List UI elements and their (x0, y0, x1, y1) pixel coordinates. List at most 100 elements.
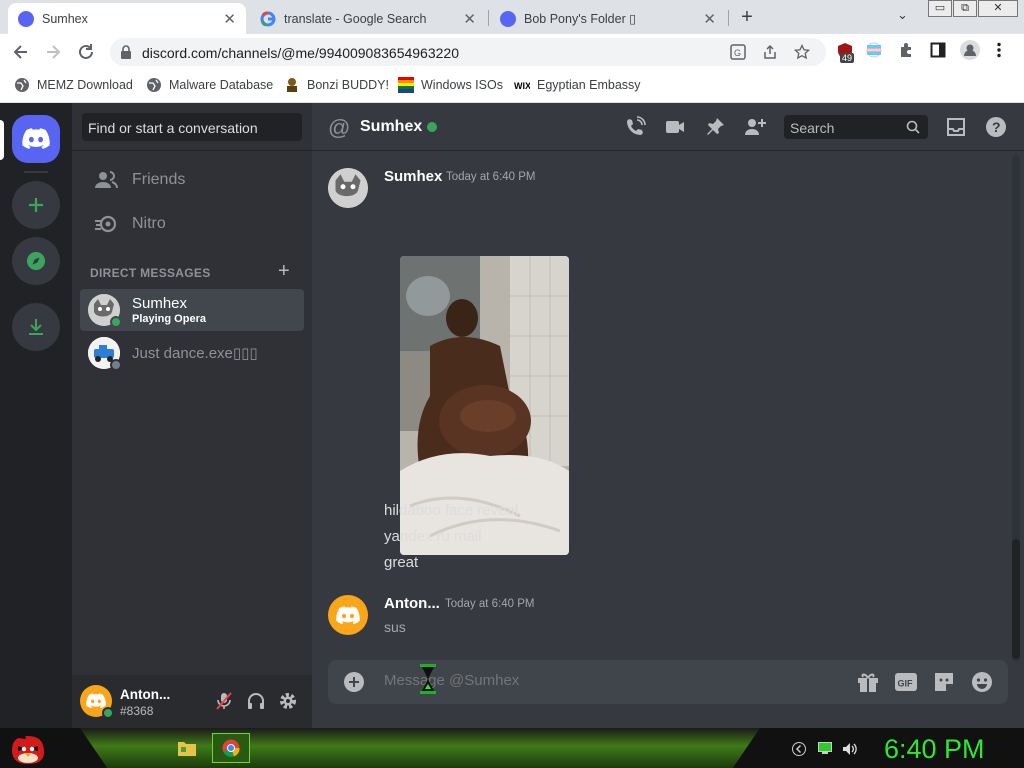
tab-close-icon[interactable]: ✕ (463, 10, 476, 28)
selected-pill (0, 120, 4, 160)
close-window-button[interactable]: ✕ (978, 0, 1018, 17)
pin-icon[interactable] (704, 116, 726, 138)
find-conversation-button[interactable]: Find or start a conversation (82, 113, 302, 141)
taskbar-folder-app[interactable] (168, 733, 206, 763)
scroll-thumb[interactable] (1012, 539, 1020, 659)
plus-icon (29, 198, 43, 212)
discord-logo-icon (336, 605, 360, 624)
browser-menu-icon[interactable] (996, 42, 1002, 58)
volume-icon[interactable] (842, 742, 858, 756)
search-icon (906, 120, 920, 134)
channel-header: @ Sumhex Search ? (312, 103, 1024, 151)
browser-toolbar: discord.com/channels/@me/994009083654963… (0, 34, 1024, 70)
tab-strip: Sumhex ✕ translate - Google Search ✕ Bob… (0, 0, 1024, 34)
bookmark-label: Malware Database (169, 78, 274, 92)
network-icon[interactable] (818, 742, 832, 755)
discord-logo-icon (86, 693, 106, 709)
add-server-button[interactable] (12, 181, 60, 229)
tab-divider (728, 10, 729, 26)
show-hidden-icons-icon[interactable] (792, 742, 806, 756)
dm-name: Just dance.exe▯▯▯ (132, 345, 258, 362)
share-icon[interactable] (762, 44, 778, 60)
help-icon[interactable]: ? (985, 116, 1007, 138)
bookmark-memz[interactable]: MEMZ Download (14, 77, 133, 93)
chat-scrollbar[interactable] (1012, 155, 1020, 661)
nav-friends[interactable]: Friends (80, 159, 304, 201)
lock-icon[interactable] (120, 45, 132, 59)
headphones-icon[interactable] (246, 691, 266, 711)
profile-avatar[interactable] (960, 40, 980, 60)
side-panel-icon[interactable] (930, 42, 946, 58)
minimize-button[interactable]: ▭ (928, 0, 952, 17)
search-placeholder: Search (790, 120, 835, 136)
message-composer: GIF (328, 660, 1008, 704)
dm-item-sumhex[interactable]: Sumhex Playing Opera (80, 289, 304, 331)
add-friend-icon[interactable] (744, 116, 766, 138)
start-button[interactable] (8, 730, 48, 766)
bookmark-label: MEMZ Download (37, 78, 133, 92)
sticker-icon[interactable] (932, 671, 956, 693)
search-input[interactable]: Search (784, 115, 928, 139)
wix-icon: WIX (514, 81, 530, 91)
forward-arrow-icon (47, 45, 61, 59)
taskbar-chrome-app[interactable] (212, 733, 250, 763)
translate-icon[interactable]: G (730, 44, 746, 60)
tab-close-icon[interactable]: ✕ (703, 10, 716, 28)
dm-item-just-dance[interactable]: Just dance.exe▯▯▯ (80, 332, 304, 374)
user-avatar[interactable] (80, 685, 114, 719)
create-dm-button[interactable]: + (278, 260, 290, 283)
avatar[interactable] (328, 168, 368, 208)
extension-adblock-icon[interactable]: 49 (836, 42, 855, 63)
gif-icon[interactable]: GIF (894, 671, 918, 693)
bookmark-windows-isos[interactable]: Windows ISOs (398, 77, 503, 93)
tab-translate[interactable]: translate - Google Search ✕ (250, 3, 486, 34)
tab-search-button[interactable]: ⌄ (897, 7, 908, 23)
explore-servers-button[interactable] (12, 237, 60, 285)
bookmark-egyptian-embassy[interactable]: WIX Egyptian Embassy (514, 77, 641, 93)
globe-icon (147, 78, 161, 92)
back-button[interactable] (10, 41, 32, 63)
at-icon: @ (328, 115, 351, 140)
tab-bob-pony[interactable]: Bob Pony's Folder ▯ ✕ (490, 3, 726, 34)
taskbar-clock[interactable]: 6:40 PM (884, 734, 985, 765)
bookmark-bonzi-buddy[interactable]: Bonzi BUDDY! (284, 77, 389, 93)
forward-button[interactable] (42, 41, 64, 63)
message-author[interactable]: Sumhex (384, 168, 442, 185)
nav-label: Nitro (132, 215, 166, 232)
gear-icon[interactable] (278, 691, 298, 711)
extensions-puzzle-icon[interactable] (898, 42, 914, 58)
taskbar: 6:40 PM (0, 728, 1024, 768)
online-status-icon (427, 122, 437, 132)
voice-call-icon[interactable] (624, 116, 646, 138)
tab-sumhex[interactable]: Sumhex ✕ (8, 3, 246, 34)
upload-plus-icon[interactable] (344, 672, 364, 692)
svg-text:GIF: GIF (898, 679, 914, 689)
dm-sidebar: Find or start a conversation Friends Nit… (72, 103, 312, 728)
emoji-icon[interactable] (970, 671, 994, 693)
video-call-icon[interactable] (664, 116, 686, 138)
busy-cursor-icon (420, 664, 436, 694)
dm-name: Sumhex (132, 295, 188, 312)
address-bar[interactable]: discord.com/channels/@me/994009083654963… (110, 38, 826, 66)
home-button[interactable] (12, 115, 60, 163)
nav-nitro[interactable]: Nitro (80, 203, 304, 245)
reload-button[interactable] (75, 41, 97, 63)
extension-flag-icon[interactable] (866, 42, 882, 58)
bookmark-malware-database[interactable]: Malware Database (146, 77, 273, 93)
message-author[interactable]: Anton... (384, 595, 440, 612)
gift-icon[interactable] (856, 671, 880, 693)
avatar[interactable] (328, 595, 368, 635)
discord-favicon-icon (18, 10, 34, 27)
bonzi-icon (287, 78, 297, 92)
discord-favicon-icon (500, 10, 516, 27)
discord-app: Find or start a conversation Friends Nit… (0, 103, 1024, 728)
mute-mic-icon[interactable] (214, 691, 234, 711)
message-input[interactable] (384, 672, 784, 689)
tab-close-icon[interactable]: ✕ (223, 10, 236, 28)
new-tab-button[interactable]: + (736, 6, 758, 29)
url-text[interactable]: discord.com/channels/@me/994009083654963… (142, 45, 459, 61)
restore-button[interactable]: ⧉ (953, 0, 977, 17)
download-apps-button[interactable] (12, 303, 60, 351)
bookmark-star-icon[interactable] (794, 44, 810, 60)
inbox-icon[interactable] (945, 116, 967, 138)
